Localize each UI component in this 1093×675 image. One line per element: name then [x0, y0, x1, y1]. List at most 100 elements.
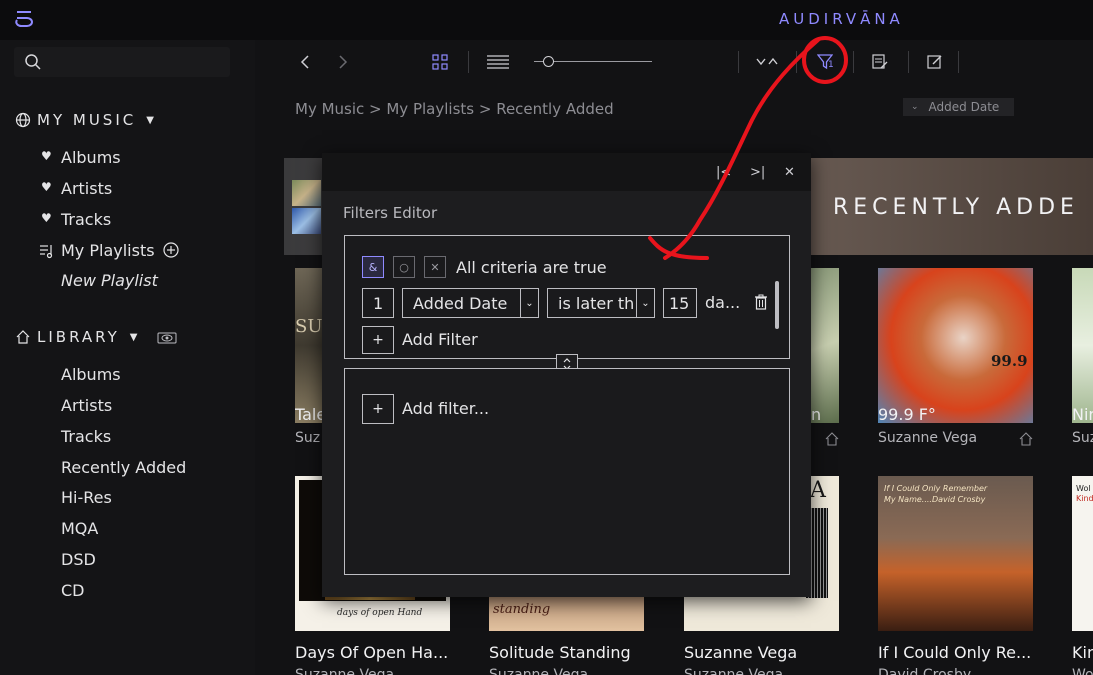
sidebar-item-lib-albums[interactable]: Albums — [61, 365, 121, 384]
none-mode-button[interactable]: ✕ — [424, 256, 446, 278]
album-artist[interactable]: David Crosby — [878, 667, 1013, 675]
eye-toggle-icon[interactable] — [157, 331, 177, 345]
cover-text: Wol — [1076, 484, 1091, 493]
cover-text: If I Could Only Remember — [884, 484, 988, 493]
or-mode-button[interactable]: ○ — [393, 256, 415, 278]
grid-view-button[interactable] — [430, 50, 450, 74]
sidebar-item-my-playlists[interactable]: My Playlists — [61, 241, 155, 260]
my-music-section[interactable]: MY MUSIC ▼ — [15, 111, 154, 129]
album-cover[interactable]: SUZ — [295, 268, 325, 423]
album-title-truncated: n — [811, 405, 822, 424]
dialog-title: Filters Editor — [343, 204, 438, 222]
toolbar-separator — [738, 51, 739, 73]
sort-dropdown[interactable]: ⌄ Added Date — [903, 98, 1014, 116]
toolbar-separator — [958, 51, 959, 73]
close-button[interactable]: ✕ — [784, 165, 795, 180]
album-title[interactable]: Tale — [295, 405, 323, 424]
album-artist[interactable]: Suzanne Vega — [684, 667, 804, 675]
album-cover[interactable]: If I Could Only Remember My Name....Davi… — [878, 476, 1033, 631]
sidebar-item-new-playlist[interactable]: New Playlist — [61, 271, 158, 290]
chevron-left-icon — [300, 55, 309, 69]
album-title[interactable]: Kin — [1072, 643, 1093, 662]
globe-icon — [15, 112, 31, 128]
album-cover[interactable]: 99.9 — [878, 268, 1033, 423]
pencil-icon — [927, 55, 942, 69]
filters-editor-dialog: |< >| ✕ Filters Editor & ○ ✕ All criteri… — [322, 153, 811, 597]
banner-thumbnail — [292, 208, 321, 234]
cover-text: standing — [493, 602, 551, 617]
album-artist[interactable]: Wo — [1072, 667, 1093, 675]
add-filter-button[interactable]: + — [362, 326, 394, 354]
chevron-down-icon: ⌄ — [520, 289, 538, 317]
sidebar-item-cd[interactable]: CD — [61, 581, 85, 600]
back-button[interactable] — [296, 50, 314, 74]
sidebar-item-recently-added[interactable]: Recently Added — [61, 458, 186, 477]
album-cover[interactable] — [811, 268, 839, 423]
chevron-right-icon — [339, 55, 348, 69]
and-mode-button[interactable]: & — [362, 256, 384, 278]
filter-value: 15 — [669, 293, 690, 313]
sort-label: Added Date — [928, 100, 1000, 114]
playlist-icon — [40, 245, 53, 259]
album-cover[interactable]: Wol Kind — [1072, 476, 1093, 631]
add-playlist-icon[interactable] — [163, 242, 179, 258]
filter-count-badge: 1 — [828, 60, 834, 70]
edit-list-button[interactable] — [870, 50, 890, 74]
add-filter-button[interactable]: + — [362, 394, 394, 424]
sidebar-item-lib-tracks[interactable]: Tracks — [61, 427, 111, 446]
filter-index: 1 — [373, 293, 384, 313]
banner-thumbnail — [292, 180, 321, 206]
album-title[interactable]: Days Of Open Ha... — [295, 643, 447, 662]
brand-logo: AUDIRVĀNA — [779, 10, 904, 28]
sidebar-item-my-albums[interactable]: Albums — [61, 148, 121, 167]
add-filter-label[interactable]: Add Filter — [402, 330, 478, 349]
app-logo-icon[interactable] — [14, 9, 34, 27]
sort-order-button[interactable] — [755, 50, 779, 74]
album-artist[interactable]: Suzanne Vega — [489, 667, 624, 675]
album-artist[interactable]: Suz — [295, 430, 323, 446]
filter-operator-select[interactable]: is later th ⌄ — [547, 288, 655, 318]
trash-icon[interactable] — [754, 294, 768, 310]
sidebar-item-my-artists[interactable]: Artists — [61, 179, 112, 198]
top-bar: AUDIRVĀNA — [0, 0, 1093, 40]
zoom-slider-handle[interactable] — [543, 56, 554, 67]
cover-text: Kind — [1076, 494, 1093, 503]
chevron-down-icon: ⌄ — [911, 102, 919, 112]
filter-value-input[interactable]: 15 — [663, 288, 697, 318]
list-edit-icon — [872, 54, 888, 69]
heart-icon: ♥ — [41, 180, 52, 194]
sidebar-item-mqa[interactable]: MQA — [61, 519, 98, 538]
filter-unit-select[interactable]: da... — [705, 293, 740, 312]
album-title[interactable]: Solitude Standing — [489, 643, 644, 662]
album-title[interactable]: Nin — [1072, 405, 1093, 424]
cover-text: 99.9 — [991, 352, 1028, 370]
list-view-button[interactable] — [486, 50, 510, 74]
grid-icon — [432, 54, 448, 70]
sidebar-item-dsd[interactable]: DSD — [61, 550, 96, 569]
sidebar-item-hi-res[interactable]: Hi-Res — [61, 488, 112, 507]
add-filter-label[interactable]: Add filter... — [402, 399, 489, 418]
sidebar-item-lib-artists[interactable]: Artists — [61, 396, 112, 415]
sidebar-item-my-tracks[interactable]: Tracks — [61, 210, 111, 229]
dock-left-button[interactable]: |< — [716, 165, 731, 180]
cover-text: days of open Hand — [337, 608, 423, 618]
home-icon — [825, 432, 839, 446]
search-input[interactable] — [14, 47, 230, 77]
filter-index-field[interactable]: 1 — [362, 288, 394, 318]
cover-text: SUZ — [295, 316, 325, 337]
filter-button[interactable]: 1 — [814, 50, 836, 74]
forward-button[interactable] — [334, 50, 352, 74]
dock-right-button[interactable]: >| — [750, 165, 765, 180]
album-title[interactable]: If I Could Only Re... — [878, 643, 1033, 662]
list-icon — [487, 55, 509, 69]
album-title[interactable]: Suzanne Vega — [684, 643, 839, 662]
album-artist[interactable]: Suzanne Vega — [295, 667, 430, 675]
filter-field-select[interactable]: Added Date ⌄ — [402, 288, 539, 318]
edit-button[interactable] — [925, 50, 945, 74]
album-artist[interactable]: Suzanne Vega — [878, 430, 1013, 446]
library-section[interactable]: LIBRARY ▼ — [15, 328, 137, 346]
album-artist[interactable]: Suz — [1072, 430, 1093, 446]
album-cover[interactable] — [1072, 268, 1093, 423]
album-title[interactable]: 99.9 F° — [878, 405, 1028, 424]
criteria-scrollbar[interactable] — [775, 281, 779, 329]
